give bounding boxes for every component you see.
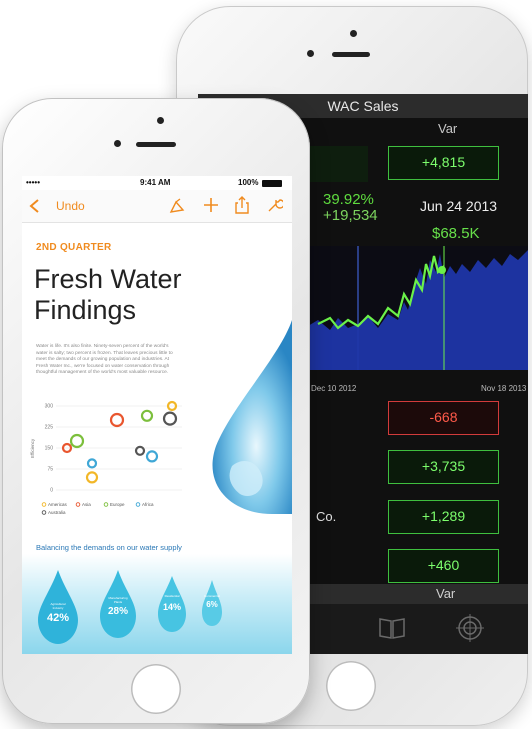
front-phone-speaker — [136, 142, 176, 147]
drop-value-4: 6% — [206, 600, 218, 609]
var-column-footer[interactable]: Var — [436, 586, 455, 601]
row-company-text: Co. — [316, 509, 337, 524]
efficiency-chart: Efficiency 300 225 150 75 0 Americas Asia Europe… — [30, 400, 182, 515]
front-phone-camera — [157, 117, 164, 124]
legend-item: Asia — [82, 502, 91, 507]
legend-item: Africa — [142, 502, 154, 507]
body-line: thoughtful management of the world's mos… — [36, 370, 169, 375]
drop-value-2: 28% — [107, 606, 128, 617]
back-phone-sensor — [307, 50, 314, 57]
chart-point-africa — [86, 458, 98, 469]
drop-label-4: Commercial — [204, 594, 221, 598]
back-home-button[interactable] — [326, 661, 376, 711]
var-column-header[interactable]: Var — [438, 121, 457, 139]
title-line-1: Fresh Water — [34, 264, 182, 294]
legend-item: Australia — [48, 510, 66, 515]
drop-value-1: 42% — [46, 612, 70, 624]
front-home-button[interactable] — [131, 664, 181, 714]
stat-date: Jun 24 2013 — [420, 198, 498, 214]
battery-icon — [262, 180, 282, 187]
front-phone: ••••• 9:41 AM 100% Undo 2ND QUARTER Fres… — [2, 98, 310, 724]
chart-date-left: Dec 10 2012 — [311, 384, 357, 393]
var-cell-2[interactable]: -668 — [388, 401, 499, 435]
back-chevron-icon[interactable] — [28, 198, 40, 214]
legend-marker — [41, 510, 47, 515]
chart-y-tick: 150 — [45, 446, 54, 452]
stat-price: $68.5K — [432, 225, 480, 242]
title-line-2: Findings — [34, 295, 137, 325]
wrench-icon[interactable] — [267, 197, 283, 213]
chart-y-tick: 225 — [45, 425, 54, 431]
legend-marker — [41, 502, 47, 507]
carrier-signal: ••••• — [26, 178, 41, 187]
legend-item: Europe — [110, 502, 125, 507]
target-icon[interactable] — [456, 614, 484, 642]
var-cell-3[interactable]: +3,735 — [388, 450, 499, 484]
chart-point-australia — [162, 411, 178, 426]
drop-label-1: Agricultural Industry — [50, 602, 66, 610]
chart-point-americas — [85, 471, 99, 484]
chart-y-tick: 0 — [50, 488, 53, 494]
back-phone-speaker — [332, 52, 370, 57]
drop-label-2: Manufacturing Plants — [108, 596, 128, 604]
back-phone-camera — [350, 30, 357, 37]
water-drop-globe-image — [212, 320, 292, 514]
var-cell-5[interactable]: +460 — [388, 549, 499, 583]
book-icon[interactable] — [378, 616, 406, 640]
var-cell-4[interactable]: +1,289 — [388, 500, 499, 534]
chart-point-europe — [140, 409, 154, 422]
stat-delta: +19,534 — [323, 207, 378, 224]
add-icon[interactable] — [203, 197, 219, 213]
undo-button[interactable]: Undo — [56, 199, 85, 213]
section-label: 2ND QUARTER — [36, 242, 112, 253]
legend-item: Americas — [48, 502, 68, 507]
chart-date-right: Nov 18 2013 — [481, 384, 527, 393]
chart-point-europe — [69, 433, 85, 449]
body-paragraph: Water is life. It's also finite. Ninety-… — [36, 344, 206, 377]
front-phone-sensor — [114, 140, 121, 147]
chart-caption: Balancing the demands on our water suppl… — [36, 543, 182, 552]
price-marker[interactable] — [438, 266, 446, 274]
status-time: 9:41 AM — [140, 178, 171, 187]
document-app-screen: ••••• 9:41 AM 100% Undo 2ND QUARTER Fres… — [22, 176, 292, 654]
chart-y-label: Efficiency — [30, 438, 35, 458]
legend-marker — [103, 502, 109, 507]
var-cell-1[interactable]: +4,815 — [388, 146, 499, 180]
share-icon[interactable] — [235, 196, 249, 214]
battery-percent: 100% — [238, 178, 259, 187]
chart-y-tick: 300 — [45, 404, 54, 410]
legend-marker — [75, 502, 81, 507]
chart-point-asia — [109, 412, 125, 428]
chart-point-africa — [145, 450, 159, 463]
legend-marker — [135, 502, 141, 507]
brush-icon[interactable] — [168, 198, 186, 214]
drop-value-3: 14% — [162, 602, 181, 612]
stat-percent: 39.92% — [323, 191, 374, 208]
document-toolbar: Undo — [22, 190, 292, 223]
chart-y-tick: 75 — [47, 467, 53, 473]
document-title: Fresh Water Findings — [34, 264, 182, 326]
drop-label-3: Residential — [164, 594, 180, 598]
